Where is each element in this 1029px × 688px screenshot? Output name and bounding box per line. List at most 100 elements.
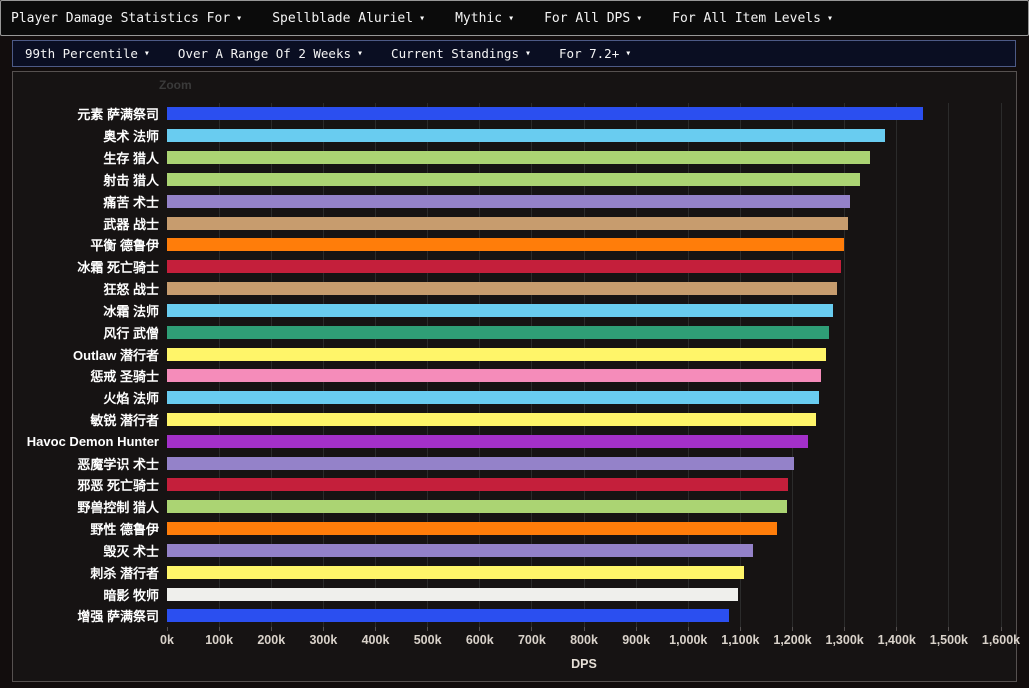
menu-label: For All DPS (544, 10, 631, 26)
dps-bar[interactable] (167, 434, 808, 448)
dps-bar[interactable] (167, 282, 837, 296)
bar-label-paladin[interactable]: 惩戒 圣骑士 (13, 366, 167, 385)
dps-bar[interactable] (167, 587, 739, 601)
bar-track (167, 278, 1001, 300)
bar-label-warlock[interactable]: 恶魔学识 术士 (13, 454, 167, 473)
dps-bar[interactable] (167, 500, 787, 514)
chart-row: 射击 猎人 (13, 168, 1013, 190)
dps-bar[interactable] (167, 456, 794, 470)
bar-label-hunter[interactable]: 生存 猎人 (13, 148, 167, 167)
bar-track (167, 365, 1001, 387)
dps-bar[interactable] (167, 172, 860, 186)
x-axis-tick (948, 627, 950, 631)
chart-row: 敏锐 潜行者 (13, 409, 1013, 431)
top-menu-4[interactable]: For All Item Levels ▾ (672, 11, 833, 26)
dps-bar[interactable] (167, 216, 848, 230)
bar-label-rogue[interactable]: 刺杀 潜行者 (13, 563, 167, 582)
bar-track (167, 409, 1001, 431)
dps-bar-chart: Zoom 元素 萨满祭司 奥术 法师生存 猎人射击 猎人痛苦 术士武器 战士平衡 … (12, 71, 1020, 682)
bar-label-warlock[interactable]: 痛苦 术士 (13, 192, 167, 211)
sub-menu-2[interactable]: Current Standings ▾ (391, 46, 531, 61)
x-axis-tick (687, 627, 689, 631)
bar-label-shaman[interactable]: 元素 萨满祭司 (13, 104, 167, 123)
bar-track (167, 540, 1001, 562)
sub-nav-bar: 99th Percentile ▾ Over A Range Of 2 Weeks ▾… (12, 40, 1016, 67)
bar-track (167, 474, 1001, 496)
zoom-label: Zoom (159, 78, 192, 92)
bar-label-druid[interactable]: 野性 德鲁伊 (13, 519, 167, 538)
dps-bar[interactable] (167, 391, 819, 405)
menu-label: Spellblade Aluriel (272, 10, 414, 26)
chart-row: 火焰 法师 (13, 387, 1013, 409)
menu-label: Player Damage Statistics For (11, 10, 231, 26)
top-menu-3[interactable]: For All DPS ▾ (544, 11, 642, 26)
x-axis-tick (896, 627, 898, 631)
bar-label-warlock[interactable]: 毁灭 术士 (13, 541, 167, 560)
bar-label-monk[interactable]: 风行 武僧 (13, 323, 167, 342)
bar-track (167, 430, 1001, 452)
dps-bar[interactable] (167, 194, 851, 208)
bar-track (167, 103, 1001, 125)
bar-label-rogue[interactable]: 敏锐 潜行者 (13, 410, 167, 429)
dps-bar[interactable] (167, 412, 817, 426)
chart-row: 狂怒 战士 (13, 278, 1013, 300)
top-menu-2[interactable]: Mythic ▾ (455, 11, 514, 26)
bar-label-death-knight[interactable]: 冰霜 死亡骑士 (13, 257, 167, 276)
dropdown-caret-icon: ▾ (357, 48, 364, 59)
x-axis-tick (322, 627, 324, 631)
bar-label-priest[interactable]: 暗影 牧师 (13, 585, 167, 604)
dps-bar[interactable] (167, 238, 844, 252)
dps-bar[interactable] (167, 107, 923, 121)
dps-bar[interactable] (167, 565, 745, 579)
chart-row: Havoc Demon Hunter (13, 430, 1013, 452)
bar-track (167, 299, 1001, 321)
bar-label-warrior[interactable]: 武器 战士 (13, 214, 167, 233)
bar-label-shaman[interactable]: 增强 萨满祭司 (13, 606, 167, 625)
x-axis-tick (583, 627, 585, 631)
dps-bar[interactable] (167, 543, 753, 557)
bar-label-hunter[interactable]: 射击 猎人 (13, 170, 167, 189)
x-axis-tick (479, 627, 481, 631)
bar-label-mage[interactable]: 奥术 法师 (13, 126, 167, 145)
bar-label-mage[interactable]: 火焰 法师 (13, 388, 167, 407)
bar-label-druid[interactable]: 平衡 德鲁伊 (13, 235, 167, 254)
bar-track (167, 343, 1001, 365)
dropdown-caret-icon: ▾ (236, 12, 243, 24)
bar-label-death-knight[interactable]: 邪恶 死亡骑士 (13, 475, 167, 494)
chart-row: 元素 萨满祭司 (13, 103, 1013, 125)
chart-row: 生存 猎人 (13, 147, 1013, 169)
dps-bar[interactable] (167, 260, 841, 274)
x-axis-ticks (166, 627, 1002, 632)
bar-label-rogue[interactable]: Outlaw 潜行者 (13, 345, 167, 364)
dps-bar[interactable] (167, 151, 870, 165)
x-axis-tick (739, 627, 741, 631)
x-axis-tick (375, 627, 376, 631)
top-menu-0[interactable]: Player Damage Statistics For ▾ (11, 11, 242, 26)
chart-row: 刺杀 潜行者 (13, 561, 1013, 583)
x-axis-tick (427, 627, 429, 631)
dropdown-caret-icon: ▾ (524, 48, 532, 59)
dps-bar[interactable] (167, 303, 834, 317)
menu-label: Over A Range Of 2 Weeks (177, 46, 352, 61)
bar-label-mage[interactable]: 冰霜 法师 (13, 301, 167, 320)
bar-label-warrior[interactable]: 狂怒 战士 (13, 279, 167, 298)
bar-track (167, 256, 1001, 278)
bar-track (167, 387, 1001, 409)
dps-bar[interactable] (167, 129, 885, 143)
dps-bar[interactable] (167, 325, 829, 339)
sub-menu-1[interactable]: Over A Range Of 2 Weeks ▾ (178, 46, 363, 61)
sub-menu-0[interactable]: 99th Percentile ▾ (25, 46, 150, 61)
dropdown-caret-icon: ▾ (826, 12, 833, 24)
top-menu-1[interactable]: Spellblade Aluriel ▾ (272, 11, 425, 26)
bar-label-demon-hunter[interactable]: Havoc Demon Hunter (13, 434, 167, 449)
dps-bar[interactable] (167, 369, 821, 383)
sub-menu-3[interactable]: For 7.2+ ▾ (559, 46, 631, 61)
bar-label-hunter[interactable]: 野兽控制 猎人 (13, 497, 167, 516)
dps-bar[interactable] (167, 347, 827, 361)
dps-bar[interactable] (167, 478, 788, 492)
chart-row: 增强 萨满祭司 (13, 605, 1013, 627)
x-axis-tick (635, 627, 637, 631)
dps-bar[interactable] (167, 522, 778, 536)
dps-bar[interactable] (167, 609, 729, 623)
x-axis-tick (792, 627, 793, 631)
